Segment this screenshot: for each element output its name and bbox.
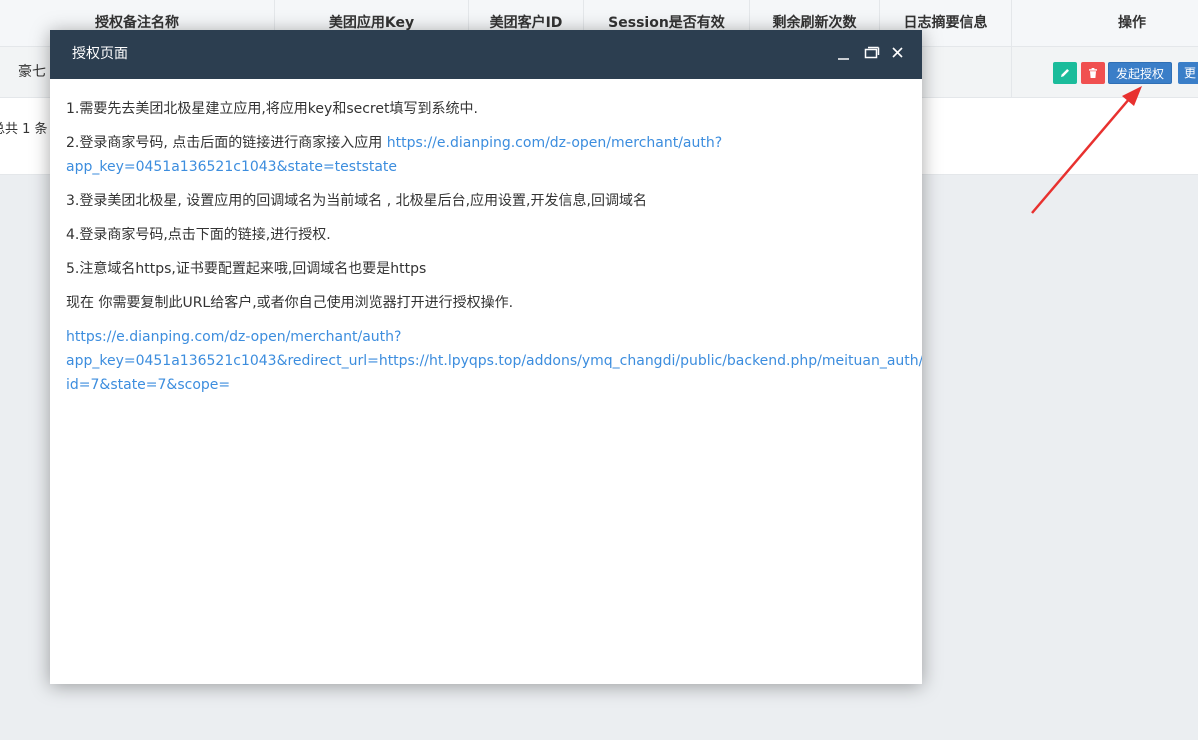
instruction-step-3: 3.登录美团北极星, 设置应用的回调域名为当前域名 , 北极星后台,应用设置,开… <box>66 193 647 209</box>
column-divider <box>1011 47 1012 97</box>
pencil-icon <box>1061 69 1069 77</box>
edit-button[interactable] <box>1053 62 1077 84</box>
modal-title: 授权页面 <box>72 46 128 62</box>
start-auth-button[interactable]: 发起授权 <box>1108 62 1172 84</box>
maximize-icon <box>864 46 880 59</box>
instruction-step-4: 4.登录商家号码,点击下面的链接,进行授权. <box>66 227 331 243</box>
close-button[interactable] <box>888 44 908 64</box>
auth-url-link[interactable]: https://e.dianping.com/dz-open/merchant/… <box>66 325 922 397</box>
minimize-icon <box>838 58 849 60</box>
instruction-step-2-text: 2.登录商家号码, 点击后面的链接进行商家接入应用 <box>66 135 387 151</box>
modal-header[interactable]: 授权页面 <box>50 30 922 79</box>
total-count: 总共 1 条 <box>0 122 48 137</box>
trash-icon <box>1089 68 1097 78</box>
column-header-actions: 操作 <box>1118 15 1146 31</box>
merchant-access-link-line-2: app_key=0451a136521c1043&state=teststate <box>66 159 398 175</box>
auth-url-line-1: https://e.dianping.com/dz-open/merchant/… <box>66 329 402 345</box>
annotation-arrow <box>1031 86 1142 214</box>
close-icon <box>892 47 903 58</box>
merchant-access-link-line-1: https://e.dianping.com/dz-open/merchant/… <box>386 135 723 151</box>
row-auth-name: 豪七 <box>18 64 46 80</box>
delete-button[interactable] <box>1081 62 1105 84</box>
minimize-button[interactable] <box>834 44 854 64</box>
auth-url-paragraph: https://e.dianping.com/dz-open/merchant/… <box>66 325 922 397</box>
instruction-step-1: 1.需要先去美团北极星建立应用,将应用key和secret填写到系统中. <box>66 101 478 117</box>
auth-url-line-2: app_key=0451a136521c1043&redirect_url=ht… <box>66 353 922 369</box>
maximize-button[interactable] <box>862 44 882 64</box>
instruction-step-5: 5.注意域名https,证书要配置起来哦,回调域名也要是https <box>66 261 427 277</box>
copy-url-note: 现在 你需要复制此URL给客户,或者你自己使用浏览器打开进行授权操作. <box>66 295 514 311</box>
auth-url-line-3: id=7&state=7&scope= <box>66 377 231 393</box>
auth-modal: 授权页面 1.需要先去美团北极星建立应用,将应用key和secret填写到系统中… <box>50 30 922 684</box>
modal-body: 1.需要先去美团北极星建立应用,将应用key和secret填写到系统中. 2.登… <box>50 79 922 397</box>
more-button[interactable]: 更 <box>1178 62 1198 84</box>
instruction-step-2: 2.登录商家号码, 点击后面的链接进行商家接入应用 https://e.dian… <box>66 131 906 179</box>
